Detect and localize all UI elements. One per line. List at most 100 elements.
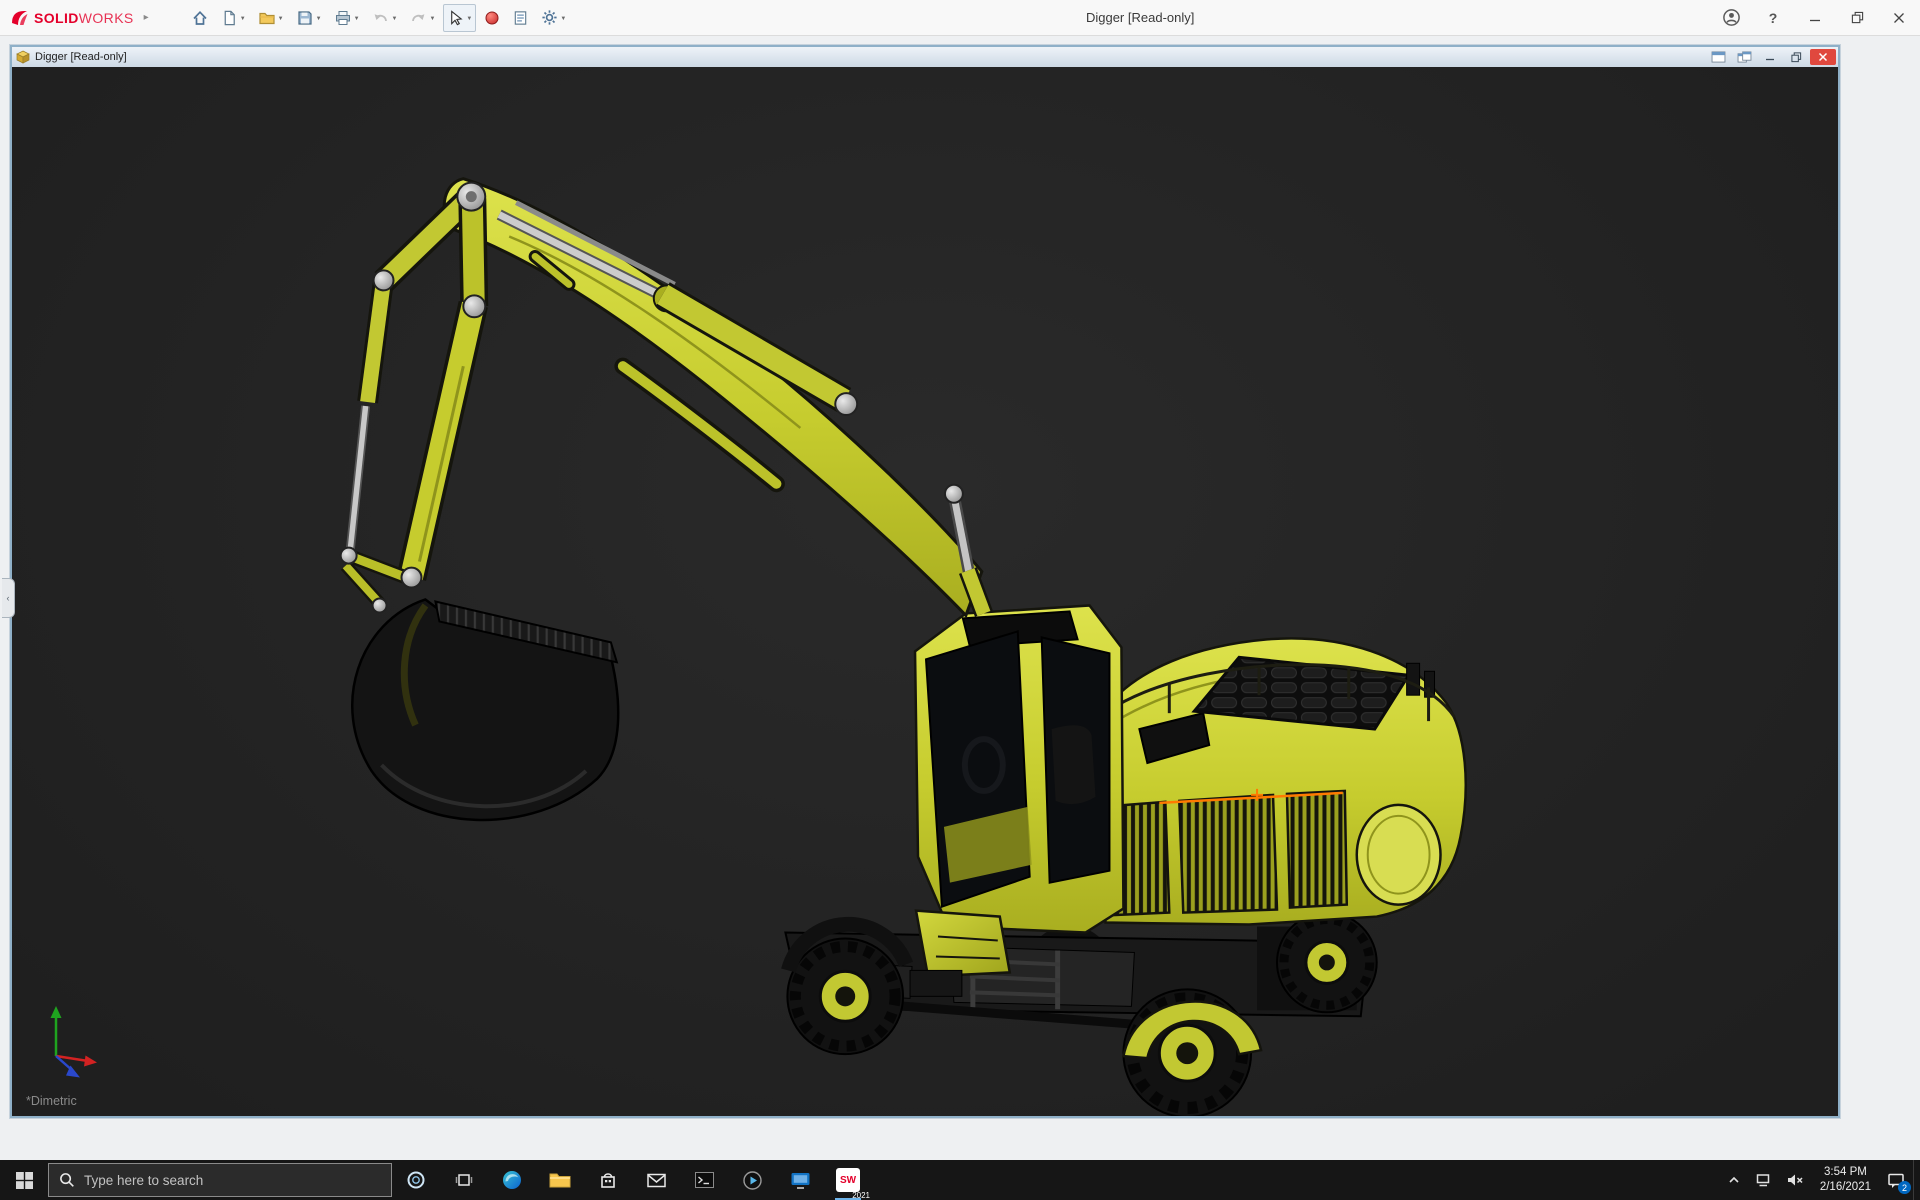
upper-body[interactable] xyxy=(1076,638,1466,924)
solidworks-taskbar-button[interactable]: SW 2021 xyxy=(824,1160,872,1200)
file-properties-icon xyxy=(512,9,529,27)
new-window-icon xyxy=(1711,51,1726,63)
windows-logo-icon xyxy=(16,1172,33,1189)
view-orientation-label: *Dimetric xyxy=(26,1094,77,1108)
clock-date: 2/16/2021 xyxy=(1820,1180,1871,1195)
taskbar-clock[interactable]: 3:54 PM 2/16/2021 xyxy=(1811,1165,1880,1195)
help-button[interactable]: ? xyxy=(1752,0,1794,36)
undo-button[interactable]: ▼ xyxy=(368,4,402,32)
terminal-button[interactable] xyxy=(680,1160,728,1200)
display-app-icon xyxy=(790,1171,811,1190)
task-view-button[interactable] xyxy=(440,1160,488,1200)
arrange-windows-icon xyxy=(1737,51,1752,63)
search-icon xyxy=(59,1172,75,1188)
restore-button[interactable] xyxy=(1836,0,1878,36)
mail-button[interactable] xyxy=(632,1160,680,1200)
redo-button[interactable]: ▼ xyxy=(405,4,439,32)
graphics-viewport[interactable]: *Dimetric xyxy=(12,67,1838,1116)
file-explorer-button[interactable] xyxy=(536,1160,584,1200)
bucket[interactable] xyxy=(352,599,618,819)
minimize-icon xyxy=(1809,12,1821,24)
minimize-icon xyxy=(1765,52,1775,62)
dropdown-caret-icon[interactable]: ▼ xyxy=(278,16,284,22)
solidworks-app: SOLIDWORKS ▸ ▼ ▼ xyxy=(0,0,1920,1200)
open-button[interactable]: ▼ xyxy=(254,4,288,32)
display-app-button[interactable] xyxy=(776,1160,824,1200)
media-player-button[interactable] xyxy=(728,1160,776,1200)
brand-wordmark: SOLIDWORKS xyxy=(34,10,134,26)
account-button[interactable] xyxy=(1710,0,1752,36)
store-button[interactable] xyxy=(584,1160,632,1200)
document-titlebar[interactable]: Digger [Read-only] xyxy=(12,47,1838,67)
feature-pane-collapse-handle[interactable]: ‹ xyxy=(2,578,15,618)
taskbar-search[interactable] xyxy=(48,1163,392,1197)
show-desktop-button[interactable] xyxy=(1913,1160,1920,1200)
task-view-icon xyxy=(454,1171,474,1189)
dropdown-caret-icon[interactable]: ▼ xyxy=(466,16,472,22)
solidworks-logo: SOLIDWORKS xyxy=(0,8,142,28)
open-folder-icon xyxy=(258,9,276,27)
new-document-icon xyxy=(221,9,238,27)
cortana-icon xyxy=(406,1170,426,1190)
start-button[interactable] xyxy=(0,1160,48,1200)
solidworks-app-icon: SW xyxy=(836,1168,860,1192)
toolbar-expand-arrow[interactable]: ▸ xyxy=(142,12,159,23)
hidden-icons-button[interactable] xyxy=(1720,1160,1748,1200)
document-window: Digger [Read-only] xyxy=(10,45,1840,1118)
cortana-button[interactable] xyxy=(392,1160,440,1200)
quick-access-toolbar: ▼ ▼ ▼ xyxy=(187,4,571,32)
chevron-up-icon xyxy=(1727,1174,1741,1186)
doc-arrange-button[interactable] xyxy=(1732,49,1756,65)
file-explorer-icon xyxy=(549,1171,571,1189)
clock-time: 3:54 PM xyxy=(1824,1165,1867,1180)
terminal-icon xyxy=(694,1171,715,1189)
minimize-button[interactable] xyxy=(1794,0,1836,36)
rebuild-icon xyxy=(484,10,500,26)
doc-close-button[interactable] xyxy=(1810,49,1836,65)
search-input[interactable] xyxy=(84,1173,381,1188)
boom[interactable] xyxy=(444,179,982,616)
bucket-cylinder[interactable] xyxy=(350,280,384,555)
dropdown-caret-icon[interactable]: ▼ xyxy=(240,16,246,22)
wheel-front-left[interactable] xyxy=(787,939,903,1055)
doc-new-window-button[interactable] xyxy=(1706,49,1730,65)
volume-button[interactable] xyxy=(1779,1160,1811,1200)
dropdown-caret-icon[interactable]: ▼ xyxy=(429,16,435,22)
close-button[interactable] xyxy=(1878,0,1920,36)
solidworks-logo-icon xyxy=(10,8,30,28)
media-player-icon xyxy=(742,1170,763,1191)
dropdown-caret-icon[interactable]: ▼ xyxy=(316,16,322,22)
close-icon xyxy=(1893,12,1905,24)
excavator-model[interactable] xyxy=(12,67,1838,1116)
account-icon xyxy=(1722,8,1741,27)
windows-taskbar: SW 2021 3: xyxy=(0,1160,1920,1200)
doc-restore-button[interactable] xyxy=(1784,49,1808,65)
doc-minimize-button[interactable] xyxy=(1758,49,1782,65)
stick-arm[interactable] xyxy=(384,197,475,578)
new-document-button[interactable]: ▼ xyxy=(217,4,250,32)
dropdown-caret-icon[interactable]: ▼ xyxy=(560,16,566,22)
document-title: Digger [Read-only] xyxy=(35,51,127,63)
restore-icon xyxy=(1791,52,1802,63)
dropdown-caret-icon[interactable]: ▼ xyxy=(354,16,360,22)
options-button[interactable]: ▼ xyxy=(537,4,570,32)
store-icon xyxy=(598,1170,618,1190)
app-window-title: Digger [Read-only] xyxy=(570,10,1710,25)
save-button[interactable]: ▼ xyxy=(292,4,326,32)
edge-icon xyxy=(501,1169,523,1191)
edge-button[interactable] xyxy=(488,1160,536,1200)
select-tool-button[interactable]: ▼ xyxy=(443,4,476,32)
file-properties-button[interactable] xyxy=(508,4,533,32)
wheel-rear-right[interactable] xyxy=(1277,913,1377,1013)
action-center-button[interactable]: 2 xyxy=(1880,1160,1913,1200)
rebuild-button[interactable] xyxy=(480,4,504,32)
print-icon xyxy=(334,9,352,27)
mail-icon xyxy=(646,1172,667,1189)
dropdown-caret-icon[interactable]: ▼ xyxy=(392,16,398,22)
orientation-triad xyxy=(26,998,122,1082)
volume-muted-icon xyxy=(1786,1172,1804,1188)
print-button[interactable]: ▼ xyxy=(330,4,364,32)
network-button[interactable] xyxy=(1748,1160,1779,1200)
home-button[interactable] xyxy=(187,4,213,32)
network-icon xyxy=(1755,1172,1772,1188)
